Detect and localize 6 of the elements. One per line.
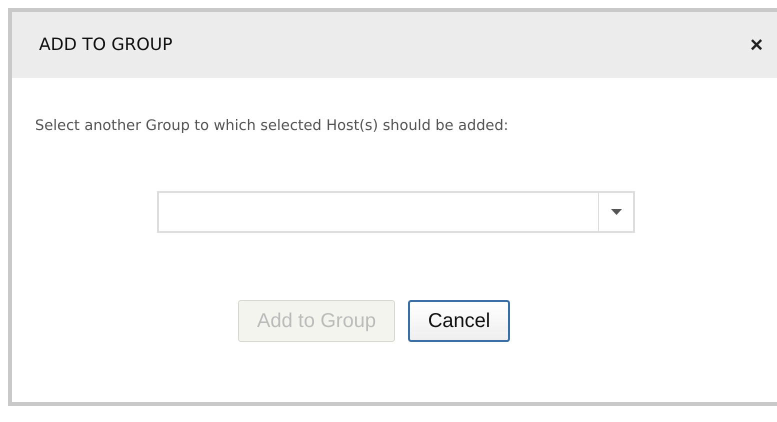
dialog-button[interactable]: Cancel	[408, 300, 510, 342]
close-button[interactable]: ×	[750, 32, 763, 58]
instruction-text: Select another Group to which selected Host(s) should be added:	[35, 118, 510, 134]
dialog-title: ADD TO GROUP	[39, 35, 172, 55]
caret-icon	[610, 209, 622, 215]
group-dropdown[interactable]	[157, 191, 635, 233]
